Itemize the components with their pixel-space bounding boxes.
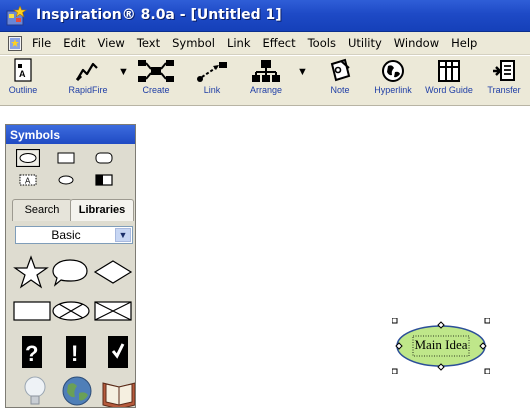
note-icon xyxy=(330,58,351,82)
arrange-icon xyxy=(252,60,280,82)
text-box-shape-icon[interactable]: A xyxy=(16,171,40,189)
arrange-button[interactable]: Arrange xyxy=(242,58,290,104)
word-guide-label: Word Guide xyxy=(425,85,473,95)
main-idea-label[interactable]: Main Idea xyxy=(392,337,490,353)
menu-text[interactable]: Text xyxy=(131,36,166,50)
question-symbol-icon[interactable]: ? xyxy=(21,335,43,369)
library-symbols: ? ! xyxy=(11,251,136,408)
link-icon xyxy=(197,62,227,82)
word-guide-icon xyxy=(438,60,460,82)
rapidfire-icon xyxy=(75,62,98,82)
app-icon[interactable] xyxy=(6,6,28,26)
library-select[interactable]: Basic ▼ xyxy=(15,226,133,244)
menu-utility[interactable]: Utility xyxy=(342,36,388,50)
symbols-palette-title[interactable]: Symbols xyxy=(6,125,135,144)
thin-oval-shape-icon[interactable] xyxy=(54,171,78,189)
checkmark-symbol-icon[interactable] xyxy=(107,335,129,369)
oval-shape-icon[interactable] xyxy=(16,149,40,167)
rapidfire-label: RapidFire xyxy=(68,85,108,95)
crossed-box-symbol-icon[interactable] xyxy=(93,299,133,323)
palette-tabs: Search Libraries xyxy=(8,199,135,221)
shadow-rectangle-shape-icon[interactable] xyxy=(92,171,116,189)
globe-symbol-icon[interactable] xyxy=(61,375,93,408)
note-button[interactable]: Note xyxy=(320,58,360,104)
rapidfire-dropdown-icon[interactable]: ▼ xyxy=(118,66,129,78)
window-title: Inspiration® 8.0a - [Untitled 1] xyxy=(36,7,282,23)
symbols-palette[interactable]: Symbols A Search Libraries Basic ▼ ? ! xyxy=(5,124,136,408)
svg-text:?: ? xyxy=(25,341,38,366)
rectangle-symbol-icon[interactable] xyxy=(13,299,51,323)
document-icon[interactable] xyxy=(8,35,22,51)
toolbar: A Outline RapidFire ▼ Create Link Arrang… xyxy=(0,56,530,106)
word-guide-button[interactable]: Word Guide xyxy=(420,58,478,104)
tab-search[interactable]: Search xyxy=(12,199,72,221)
menu-link[interactable]: Link xyxy=(221,36,257,50)
menu-bar: File Edit View Text Symbol Link Effect T… xyxy=(0,32,530,55)
transfer-icon xyxy=(493,60,515,81)
rounded-rectangle-shape-icon[interactable] xyxy=(92,149,116,167)
transfer-button[interactable]: Transfer xyxy=(482,58,526,104)
link-label: Link xyxy=(203,85,221,95)
outline-label: Outline xyxy=(8,85,38,95)
hyperlink-icon xyxy=(382,60,404,82)
svg-text:A: A xyxy=(25,177,31,186)
hyperlink-button[interactable]: Hyperlink xyxy=(370,58,416,104)
speech-bubble-symbol-icon[interactable] xyxy=(51,257,89,287)
tab-libraries[interactable]: Libraries xyxy=(70,199,134,221)
svg-text:A: A xyxy=(19,69,26,79)
lightbulb-symbol-icon[interactable] xyxy=(23,375,47,408)
menu-tools[interactable]: Tools xyxy=(302,36,342,50)
crossed-oval-symbol-icon[interactable] xyxy=(51,299,91,323)
library-select-value: Basic xyxy=(51,228,81,242)
transfer-label: Transfer xyxy=(487,85,521,95)
title-bar[interactable]: Inspiration® 8.0a - [Untitled 1] xyxy=(0,0,530,32)
arrange-label: Arrange xyxy=(249,85,283,95)
svg-text:!: ! xyxy=(71,341,78,366)
exclamation-symbol-icon[interactable]: ! xyxy=(65,335,87,369)
hyperlink-label: Hyperlink xyxy=(374,85,412,95)
menu-view[interactable]: View xyxy=(92,36,131,50)
create-icon xyxy=(138,60,174,82)
outline-icon: A xyxy=(14,58,32,82)
create-button[interactable]: Create xyxy=(134,58,178,104)
menu-window[interactable]: Window xyxy=(388,36,445,50)
menu-help[interactable]: Help xyxy=(445,36,483,50)
note-label: Note xyxy=(330,85,350,95)
rectangle-shape-icon[interactable] xyxy=(54,149,78,167)
link-button[interactable]: Link xyxy=(192,58,232,104)
basic-shape-grid: A xyxy=(16,149,124,193)
diamond-symbol-icon[interactable] xyxy=(93,259,133,285)
menu-file[interactable]: File xyxy=(26,36,57,50)
menu-symbol[interactable]: Symbol xyxy=(166,36,221,50)
star-symbol-icon[interactable] xyxy=(13,255,49,289)
main-idea-node[interactable]: Main Idea xyxy=(392,318,490,374)
outline-button[interactable]: A Outline xyxy=(6,58,40,104)
arrange-dropdown-icon[interactable]: ▼ xyxy=(297,66,308,78)
book-symbol-icon[interactable] xyxy=(101,375,136,408)
menu-effect[interactable]: Effect xyxy=(257,36,302,50)
chevron-down-icon[interactable]: ▼ xyxy=(115,228,131,242)
create-label: Create xyxy=(142,85,170,95)
menu-edit[interactable]: Edit xyxy=(57,36,91,50)
rapidfire-button[interactable]: RapidFire xyxy=(64,58,112,104)
